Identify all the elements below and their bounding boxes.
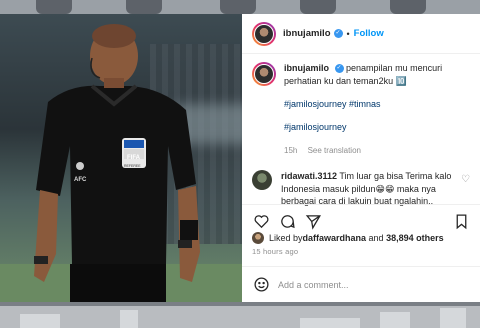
fifa-badge-text: FIFA [127,155,140,161]
background-feed-strip [0,306,480,328]
background-thumbnail [126,0,162,14]
comment-avatar[interactable] [252,170,272,190]
username-link[interactable]: ibnujamilo [283,28,331,39]
fifa-badge-sub: REFEREE [124,164,141,168]
heart-icon[interactable] [252,213,270,231]
emoji-icon[interactable] [252,276,270,294]
post-modal: FIFA REFEREE AFC ibnujamilo ✓ • Follow i… [0,14,480,302]
comment-icon[interactable] [278,213,296,231]
liker-avatar[interactable] [252,232,264,244]
avatar[interactable] [252,21,276,46]
likes-and: and [366,233,387,243]
add-comment-input[interactable]: Add a comment... [278,280,349,290]
hashtag-line-1[interactable]: #jamilosjourney #timnas [284,98,474,111]
likes-count[interactable]: 38,894 others [386,233,444,243]
background-page-strip [0,0,480,14]
comment-username[interactable]: ridawati.3112 [281,171,337,181]
post-photo[interactable]: FIFA REFEREE AFC [0,14,242,302]
background-thumbnail [36,0,72,14]
comment-item: ridawati.3112 Tim luar ga bisa Terima ka… [252,170,478,208]
follow-button[interactable]: Follow [354,28,384,39]
verified-badge-icon: ✓ [334,64,344,74]
share-icon[interactable] [304,213,322,231]
likes-line: Liked by daffawardhana and 38,894 others [252,232,444,244]
posted-timestamp: 15 hours ago [252,247,299,256]
save-icon[interactable] [452,213,470,231]
see-translation-link[interactable]: See translation [308,146,361,155]
separator-dot: • [346,28,350,39]
referee-figure [34,24,200,302]
caption: ibnujamilo ✓ penampilan mu mencuri perha… [252,62,478,157]
comment-like-icon[interactable]: ♡ [461,174,470,185]
caption-username[interactable]: ibnujamilo [284,63,329,73]
hashtag-line-2[interactable]: #jamilosjourney [284,121,474,134]
liker-username[interactable]: daffawardhana [303,233,367,243]
add-comment-bar: Add a comment... [242,266,480,302]
post-header: ibnujamilo ✓ • Follow [242,14,480,54]
likes-prefix: Liked by [269,233,303,243]
background-thumbnail [390,0,426,14]
background-thumbnail [300,0,336,14]
background-thumbnail [220,0,256,14]
caption-age: 15h [284,146,298,155]
verified-badge-icon: ✓ [333,29,343,38]
caption-avatar[interactable] [252,62,276,86]
afc-sleeve-text: AFC [74,177,87,183]
post-panel: ibnujamilo ✓ • Follow ibnujamilo ✓ penam… [242,14,480,302]
